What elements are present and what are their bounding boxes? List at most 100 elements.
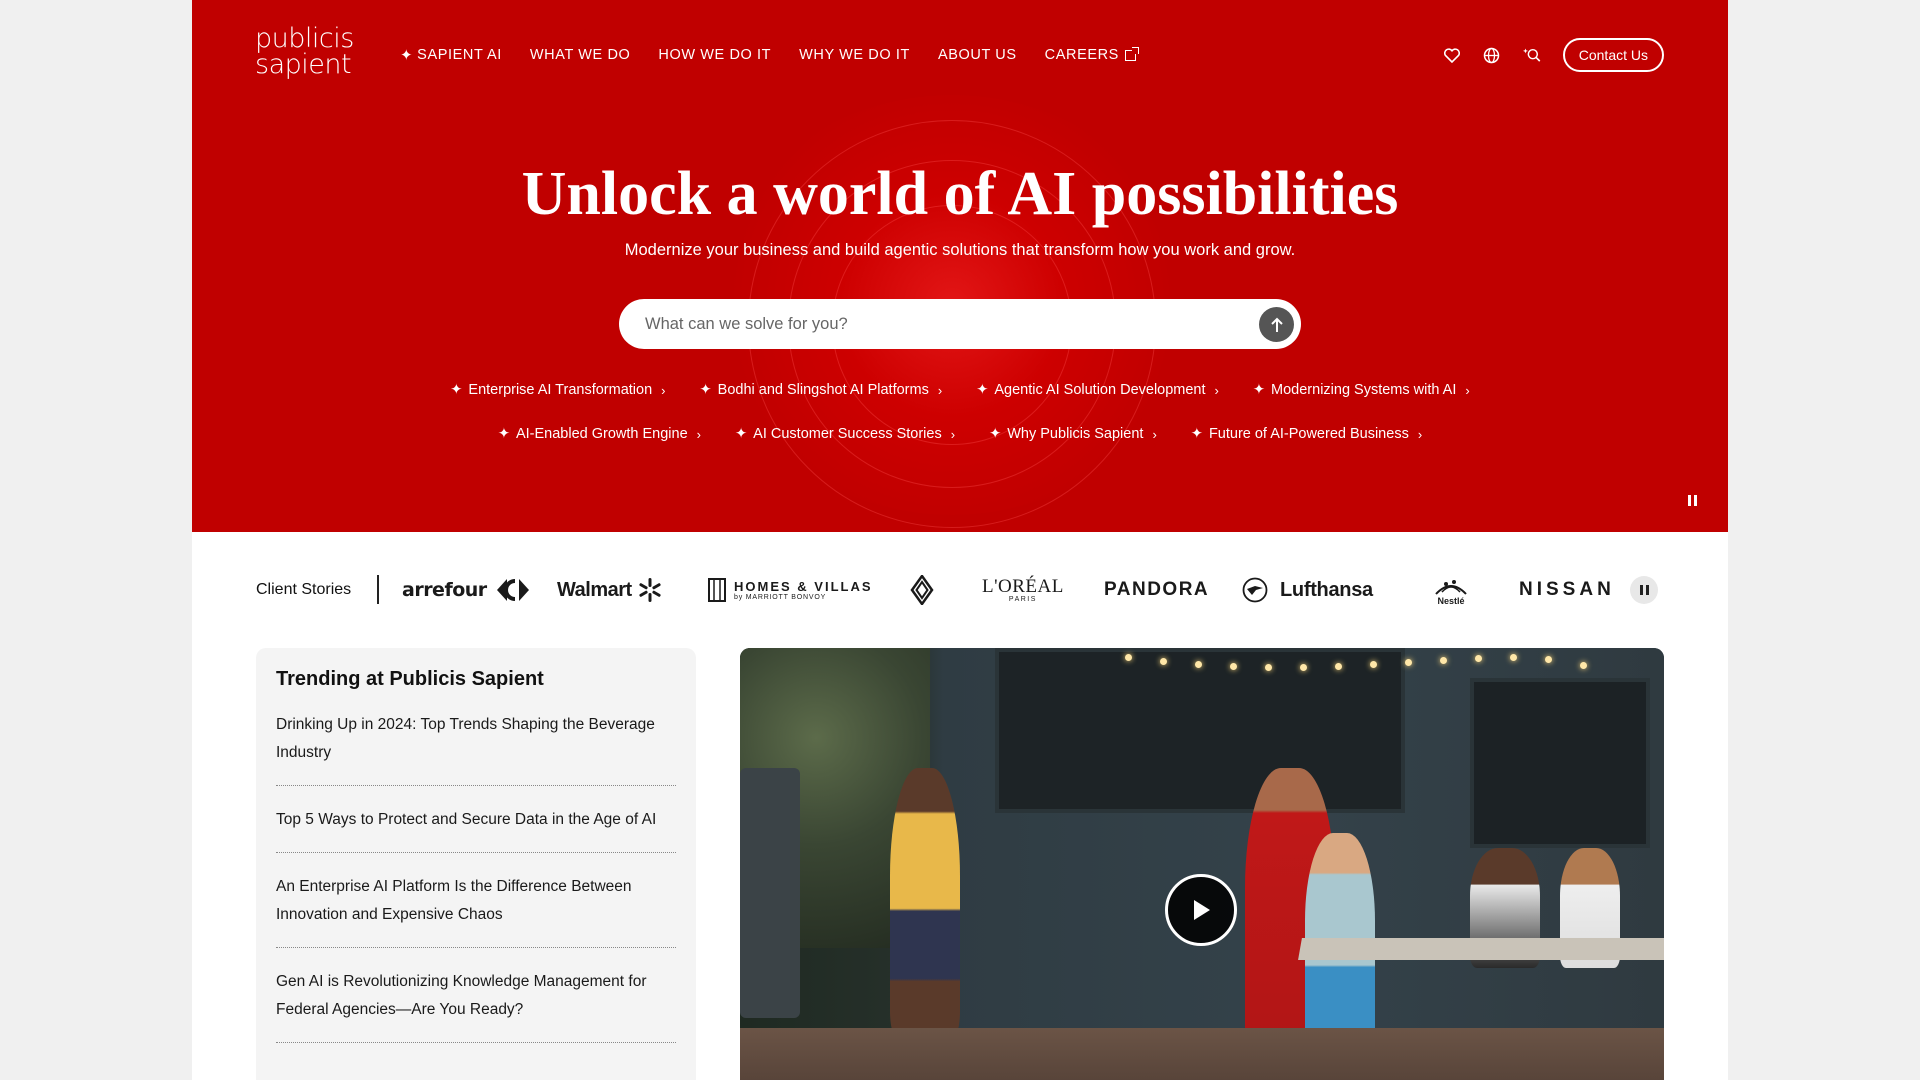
chevron-right-icon: › bbox=[1417, 426, 1423, 442]
sparkle-icon: ✦ bbox=[400, 47, 414, 64]
chip-label: Modernizing Systems with AI bbox=[1271, 382, 1457, 398]
utility-nav: Contact Us bbox=[1443, 38, 1664, 72]
client-stories-label: Client Stories bbox=[256, 581, 352, 598]
sparkle-icon: ✦ bbox=[735, 426, 748, 442]
sparkle-icon: ✦ bbox=[989, 426, 1002, 442]
walmart-logo[interactable]: Walmart bbox=[557, 564, 663, 616]
chip-label: Enterprise AI Transformation bbox=[468, 382, 653, 398]
chip-why-publicis-sapient[interactable]: ✦ Why Publicis Sapient › bbox=[989, 426, 1157, 442]
lufthansa-crane-icon bbox=[1242, 577, 1268, 603]
nav-item-label: CAREERS bbox=[1044, 47, 1119, 63]
trending-item[interactable]: Gen AI is Revolutionizing Knowledge Mana… bbox=[276, 968, 676, 1043]
video-scene-window bbox=[1470, 678, 1650, 848]
loreal-subtext: PARIS bbox=[1008, 596, 1037, 603]
sparkle-icon: ✦ bbox=[699, 382, 712, 398]
nav-item-about-us[interactable]: ABOUT US bbox=[938, 46, 1017, 64]
carrefour-text: arrefour bbox=[402, 579, 487, 601]
search-submit-button[interactable] bbox=[1259, 307, 1294, 342]
chip-bodhi-slingshot[interactable]: ✦ Bodhi and Slingshot AI Platforms › bbox=[700, 382, 943, 398]
lufthansa-text: Lufthansa bbox=[1280, 578, 1373, 601]
sparkle-icon: ✦ bbox=[1190, 426, 1203, 442]
chip-ai-customer-stories[interactable]: ✦ AI Customer Success Stories › bbox=[735, 426, 955, 442]
external-link-icon bbox=[1124, 46, 1139, 61]
featured-video[interactable] bbox=[740, 648, 1664, 1080]
walmart-text: Walmart bbox=[557, 578, 632, 601]
nav-item-label: HOW WE DO IT bbox=[658, 47, 772, 63]
chip-label: AI-Enabled Growth Engine bbox=[515, 426, 688, 442]
chip-label: Bodhi and Slingshot AI Platforms bbox=[717, 382, 929, 398]
pandora-logo[interactable]: PANDORA bbox=[1104, 564, 1209, 616]
sparkle-icon: ✦ bbox=[976, 382, 989, 398]
nav-item-careers[interactable]: CAREERS bbox=[1044, 46, 1139, 64]
suggestion-chips-row-1: ✦ Enterprise AI Transformation › ✦ Bodhi an… bbox=[192, 382, 1728, 398]
video-scene-person bbox=[890, 768, 960, 1038]
heart-icon[interactable] bbox=[1443, 46, 1461, 64]
pandora-text: PANDORA bbox=[1104, 579, 1210, 600]
chip-enterprise-ai-transformation[interactable]: ✦ Enterprise AI Transformation › bbox=[450, 382, 665, 398]
nav-item-label: WHAT WE DO bbox=[529, 47, 631, 63]
hero-search-box bbox=[619, 299, 1301, 349]
renault-diamond-icon bbox=[910, 575, 934, 605]
page: publicis sapient ✦ SAPIENT AI WHAT WE DO… bbox=[192, 0, 1728, 1080]
contact-us-button[interactable]: Contact Us bbox=[1562, 38, 1664, 72]
carrefour-mark-icon bbox=[496, 579, 529, 601]
hero-pause-button[interactable] bbox=[1688, 495, 1700, 507]
trending-item[interactable]: An Enterprise AI Platform Is the Differe… bbox=[276, 873, 676, 948]
chip-future-ai-business[interactable]: ✦ Future of AI-Powered Business › bbox=[1191, 426, 1422, 442]
main-nav: ✦ SAPIENT AI WHAT WE DO HOW WE DO IT WHY… bbox=[400, 46, 1139, 64]
trending-title: Trending at Publicis Sapient bbox=[276, 668, 544, 690]
homes-villas-text: HOMES & VILLAS bbox=[734, 579, 873, 594]
chip-label: Agentic AI Solution Development bbox=[994, 382, 1206, 398]
nav-item-why-we-do-it[interactable]: WHY WE DO IT bbox=[799, 46, 910, 64]
carrefour-logo[interactable]: arrefour bbox=[402, 564, 533, 616]
nav-item-what-we-do[interactable]: WHAT WE DO bbox=[530, 46, 631, 64]
nissan-logo[interactable]: NISSAN bbox=[1519, 564, 1612, 616]
lufthansa-logo[interactable]: Lufthansa bbox=[1242, 564, 1373, 616]
loreal-logo[interactable]: L'ORÉAL PARIS bbox=[982, 564, 1064, 616]
chip-label: Future of AI-Powered Business bbox=[1208, 426, 1409, 442]
chevron-right-icon: › bbox=[661, 382, 666, 398]
nav-item-label: SAPIENT AI bbox=[417, 47, 502, 63]
ai-search-icon[interactable] bbox=[1522, 46, 1541, 64]
nestle-nest-icon bbox=[1435, 580, 1467, 595]
chip-modernizing-systems[interactable]: ✦ Modernizing Systems with AI › bbox=[1253, 382, 1470, 398]
client-logo-carousel: arrefour Walmart HOMES & VILLAS by MARRI… bbox=[402, 564, 1612, 616]
sparkle-icon: ✦ bbox=[497, 426, 510, 442]
globe-icon[interactable] bbox=[1483, 46, 1501, 64]
video-scene-deck bbox=[740, 1028, 1664, 1080]
nestle-text: Nestlé bbox=[1437, 596, 1465, 606]
nissan-text: NISSAN bbox=[1519, 579, 1612, 600]
renault-logo[interactable] bbox=[910, 564, 934, 616]
publicis-sapient-logo[interactable]: publicis sapient bbox=[255, 25, 354, 78]
homes-villas-logo[interactable]: HOMES & VILLAS by MARRIOTT BONVOY bbox=[708, 564, 873, 616]
walmart-spark-icon bbox=[639, 578, 661, 602]
homes-villas-mark-icon bbox=[708, 578, 726, 602]
sparkle-icon: ✦ bbox=[1252, 382, 1266, 398]
chevron-right-icon: › bbox=[1152, 426, 1157, 442]
sparkle-icon: ✦ bbox=[450, 382, 463, 398]
trending-panel: Trending at Publicis Sapient Drinking Up… bbox=[256, 648, 696, 1080]
nav-item-label: ABOUT US bbox=[937, 47, 1017, 63]
chip-ai-growth-engine[interactable]: ✦ AI-Enabled Growth Engine › bbox=[498, 426, 701, 442]
chip-label: Why Publicis Sapient bbox=[1007, 426, 1144, 442]
chevron-right-icon: › bbox=[696, 426, 701, 442]
suggestion-chips-row-2: ✦ AI-Enabled Growth Engine › ✦ AI Customer … bbox=[192, 426, 1728, 442]
trending-item[interactable]: Drinking Up in 2024: Top Trends Shaping … bbox=[276, 711, 676, 786]
trending-item[interactable]: Top 5 Ways to Protect and Secure Data in… bbox=[276, 806, 676, 853]
chevron-right-icon: › bbox=[1465, 382, 1470, 398]
hero-section: publicis sapient ✦ SAPIENT AI WHAT WE DO… bbox=[192, 0, 1728, 532]
nestle-logo[interactable]: Nestlé bbox=[1434, 564, 1468, 616]
chip-label: AI Customer Success Stories bbox=[753, 426, 942, 442]
loreal-text: L'ORÉAL bbox=[982, 576, 1064, 597]
nav-item-how-we-do-it[interactable]: HOW WE DO IT bbox=[658, 46, 771, 64]
nav-item-sapient-ai[interactable]: ✦ SAPIENT AI bbox=[400, 46, 502, 64]
divider bbox=[377, 575, 379, 604]
play-video-button[interactable] bbox=[1165, 874, 1237, 946]
chip-agentic-ai-solution[interactable]: ✦ Agentic AI Solution Development › bbox=[976, 382, 1219, 398]
logo-carousel-pause-button[interactable] bbox=[1630, 576, 1658, 604]
arrow-up-icon bbox=[1270, 317, 1283, 332]
video-scene-string-lights bbox=[1120, 650, 1664, 680]
hero-search-input[interactable] bbox=[645, 299, 1225, 349]
hero-title: Unlock a world of AI possibilities bbox=[521, 160, 1399, 228]
chevron-right-icon: › bbox=[950, 426, 956, 442]
